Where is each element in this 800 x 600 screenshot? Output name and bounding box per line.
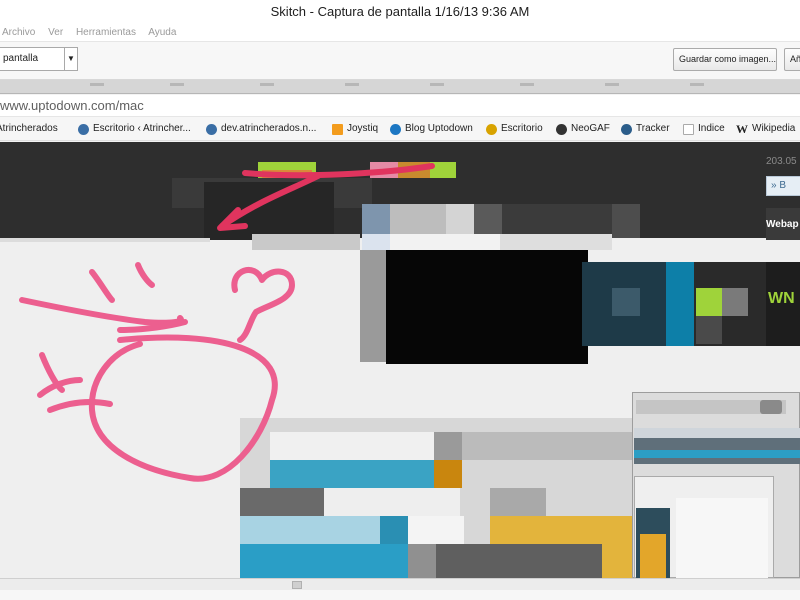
joystiq-icon — [332, 123, 343, 135]
bookmark-item[interactable]: Escritorio ‹ Atrincher... — [78, 117, 191, 140]
menu-item-help[interactable]: Ayuda — [148, 27, 176, 38]
ip-address-text: 203.05 — [766, 156, 797, 167]
tracker-icon — [621, 123, 632, 135]
bookmark-label: Joystiq — [347, 123, 379, 134]
wikipedia-icon: W — [736, 122, 748, 136]
side-button[interactable]: » B — [766, 176, 800, 196]
bookmarks-bar: Atrincherados Escritorio ‹ Atrincher... … — [0, 117, 800, 141]
capture-mode-select[interactable]: pantalla ▼ — [0, 47, 78, 71]
bookmark-item[interactable]: NeoGAF — [556, 117, 610, 140]
bottom-bar — [0, 590, 800, 600]
neogaf-icon — [556, 123, 567, 135]
bookmark-item[interactable]: Joystiq — [332, 117, 379, 140]
bookmark-label: Tracker — [636, 123, 670, 134]
address-url: www.uptodown.com/mac — [0, 98, 144, 113]
bookmark-item[interactable]: Blog Uptodown — [390, 117, 473, 140]
menu-bar: Archivo Ver Herramientas Ayuda — [0, 24, 800, 42]
scrollbar-thumb[interactable] — [292, 581, 302, 589]
bookmark-label: dev.atrincherados.n... — [221, 123, 317, 134]
menu-item-file[interactable]: Archivo — [2, 27, 35, 38]
add-button[interactable]: Añ — [784, 48, 800, 71]
toolbar: pantalla ▼ Guardar como imagen... Añ — [0, 42, 800, 80]
side-button-label: B — [779, 180, 787, 191]
bookmark-item[interactable]: W Wikipedia — [736, 117, 796, 140]
save-as-image-button[interactable]: Guardar como imagen... — [673, 48, 777, 71]
window-title: Skitch - Captura de pantalla 1/16/13 9:3… — [0, 0, 800, 24]
bookmark-item[interactable]: Atrincherados — [0, 117, 58, 140]
duck-icon — [486, 123, 497, 135]
pixelated-screenshot-area: 203.05 » B Webap WN — [0, 142, 800, 578]
page-icon — [683, 123, 694, 135]
banner-text: WN — [768, 290, 795, 307]
bookmark-label: Blog Uptodown — [405, 123, 473, 134]
menu-item-view[interactable]: Ver — [48, 27, 63, 38]
bookmark-item[interactable]: dev.atrincherados.n... — [206, 117, 317, 140]
horizontal-scrollbar[interactable] — [0, 578, 800, 590]
wordpress-icon — [78, 123, 89, 135]
menu-item-tools[interactable]: Herramientas — [76, 27, 136, 38]
chevron-down-icon[interactable]: ▼ — [64, 48, 77, 70]
bookmark-label: Escritorio — [501, 123, 543, 134]
wordpress-icon — [206, 123, 217, 135]
bookmark-label: Indice — [698, 123, 725, 134]
chevron-right-icon: » — [771, 180, 777, 191]
skitch-window: Skitch - Captura de pantalla 1/16/13 9:3… — [0, 0, 800, 600]
canvas-ruler — [0, 80, 800, 94]
bookmark-item[interactable]: Indice — [683, 117, 725, 140]
bookmark-item[interactable]: Tracker — [621, 117, 670, 140]
bookmark-label: NeoGAF — [571, 123, 610, 134]
bookmark-item[interactable]: Escritorio — [486, 117, 543, 140]
side-label: Webap — [766, 219, 799, 230]
uptodown-icon — [390, 123, 401, 135]
bookmark-label: Wikipedia — [752, 123, 796, 134]
capture-mode-value: pantalla — [3, 53, 39, 64]
browser-address-bar[interactable]: www.uptodown.com/mac — [0, 95, 800, 117]
bookmark-label: Escritorio ‹ Atrincher... — [93, 123, 191, 134]
bookmark-label: Atrincherados — [0, 123, 58, 134]
